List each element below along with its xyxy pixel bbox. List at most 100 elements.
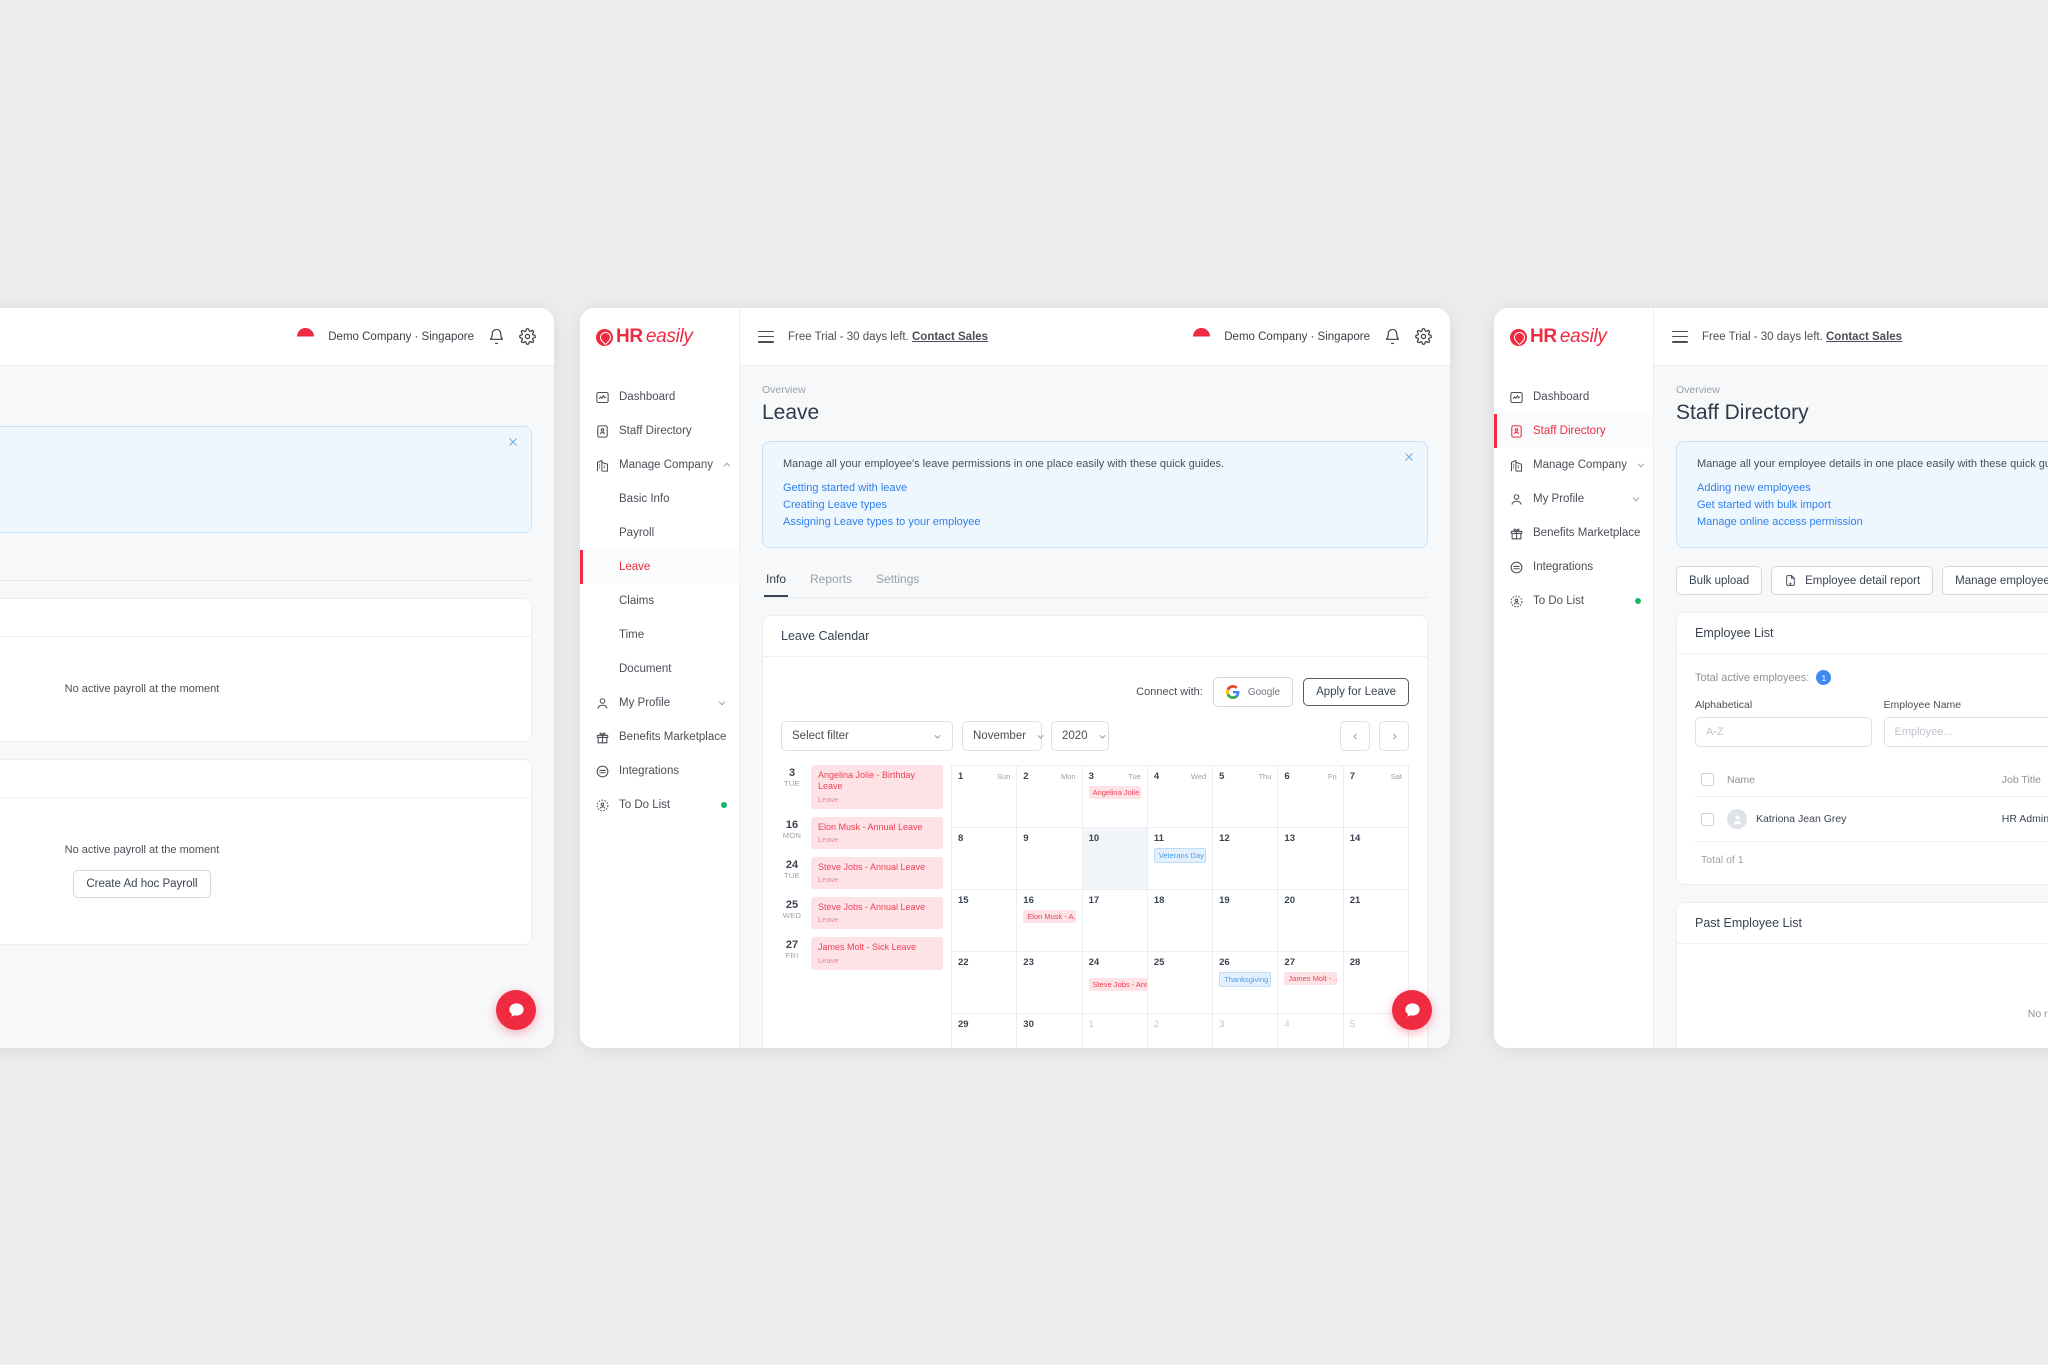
- tab-info[interactable]: Info: [764, 566, 789, 598]
- calendar-day-cell[interactable]: 2 Mon: [1017, 766, 1083, 829]
- banner-link-bulk-import[interactable]: Get started with bulk import: [1697, 497, 2048, 514]
- sidebar-item-integrations[interactable]: Integrations: [580, 754, 739, 788]
- sidebar-item-leave[interactable]: Leave: [580, 550, 739, 584]
- leave-chip[interactable]: Elon Musk - A...: [1023, 910, 1076, 924]
- select-all-checkbox[interactable]: [1701, 773, 1714, 787]
- gear-icon[interactable]: [519, 328, 536, 345]
- calendar-day-cell[interactable]: 29: [952, 1014, 1018, 1048]
- calendar-day-cell[interactable]: 17: [1082, 890, 1148, 953]
- manage-employees-button[interactable]: Manage employees: [1942, 566, 2048, 596]
- select-filter-dropdown[interactable]: Select filter: [781, 721, 953, 752]
- sidebar-item-staff-directory[interactable]: Staff Directory: [580, 414, 739, 448]
- bulk-upload-button[interactable]: Bulk upload: [1676, 566, 1763, 596]
- tab-reports[interactable]: Reports: [808, 566, 854, 597]
- sidebar-item-basic-info[interactable]: Basic Info: [580, 482, 739, 516]
- sidebar-item-to-do-list[interactable]: To Do List: [580, 788, 739, 822]
- calendar-day-cell[interactable]: 27 James Molt - ...: [1278, 952, 1344, 1015]
- sidebar-item-integrations[interactable]: Integrations: [1494, 550, 1653, 584]
- next-month-button[interactable]: [1379, 721, 1409, 752]
- contact-sales-link[interactable]: Contact Sales: [1826, 331, 1902, 343]
- calendar-day-cell[interactable]: 4 Wed: [1147, 766, 1214, 829]
- calendar-day-cell[interactable]: 24 Steve Jobs - Annual Leave: [1082, 952, 1148, 1015]
- sidebar-item-my-profile[interactable]: My Profile: [580, 686, 739, 720]
- table-row[interactable]: Katriona Jean Grey HR Admin 03 August 20…: [1695, 796, 2048, 843]
- calendar-day-cell[interactable]: 19: [1213, 890, 1279, 953]
- calendar-day-cell[interactable]: 9: [1017, 828, 1083, 891]
- sidebar-item-benefits-marketplace[interactable]: Benefits Marketplace: [1494, 516, 1653, 550]
- calendar-day-cell[interactable]: 18: [1147, 890, 1214, 953]
- calendar-day-cell[interactable]: 3: [1213, 1014, 1279, 1048]
- bell-icon[interactable]: [488, 328, 505, 345]
- connect-google-button[interactable]: Google: [1212, 677, 1294, 708]
- leave-chip[interactable]: James Molt - ...: [1284, 972, 1337, 986]
- tab-settings[interactable]: Settings: [874, 566, 921, 597]
- hamburger-menu-icon[interactable]: [758, 330, 774, 343]
- banner-link-creating-leave-types[interactable]: Creating Leave types: [783, 497, 1407, 514]
- sidebar-item-to-do-list[interactable]: To Do List: [1494, 584, 1653, 618]
- calendar-day-cell[interactable]: 26 Thanksgiving: [1213, 952, 1279, 1015]
- calendar-day-cell[interactable]: 1: [1083, 1014, 1148, 1048]
- banner-link-getting-started[interactable]: Getting started with leave: [783, 480, 1407, 497]
- chat-bubble-icon[interactable]: [1392, 990, 1432, 1030]
- calendar-day-cell[interactable]: 23: [1017, 952, 1083, 1015]
- sidebar-item-time[interactable]: Time: [580, 618, 739, 652]
- calendar-day-cell[interactable]: 5 Thu: [1213, 766, 1279, 829]
- sidebar-item-payroll[interactable]: Payroll: [580, 516, 739, 550]
- hamburger-menu-icon[interactable]: [1672, 330, 1688, 343]
- contact-sales-link[interactable]: Contact Sales: [912, 331, 988, 343]
- year-dropdown[interactable]: 2020: [1051, 721, 1109, 752]
- calendar-day-cell[interactable]: 12: [1213, 828, 1279, 891]
- sidebar-item-staff-directory[interactable]: Staff Directory: [1494, 414, 1653, 448]
- banner-link-online-access[interactable]: Manage online access permission: [1697, 514, 2048, 531]
- employee-name-input[interactable]: [1883, 717, 2048, 748]
- calendar-day-cell[interactable]: 15: [952, 890, 1018, 953]
- sidebar-item-dashboard[interactable]: Dashboard: [1494, 380, 1653, 414]
- sidebar-item-benefits-marketplace[interactable]: Benefits Marketplace: [580, 720, 739, 754]
- column-header-job-title[interactable]: Job Title: [1995, 763, 2048, 798]
- month-dropdown[interactable]: November: [962, 721, 1044, 752]
- apply-for-leave-button[interactable]: Apply for Leave: [1303, 678, 1409, 707]
- close-icon[interactable]: [1403, 451, 1415, 463]
- list-item[interactable]: 25 WED Steve Jobs - Annual Leave Leave: [781, 897, 943, 930]
- logo[interactable]: HR easily: [1494, 308, 1653, 366]
- leave-event[interactable]: James Molt - Sick Leave Leave: [811, 937, 943, 970]
- leave-event[interactable]: Steve Jobs - Annual Leave Leave: [811, 856, 943, 890]
- bell-icon[interactable]: [1384, 328, 1401, 345]
- calendar-day-cell[interactable]: 25: [1147, 952, 1214, 1015]
- calendar-day-cell[interactable]: 16 Elon Musk - A...: [1017, 890, 1083, 953]
- banner-link-assigning-leave-types[interactable]: Assigning Leave types to your employee: [783, 514, 1407, 531]
- calendar-day-cell[interactable]: 7 Sat: [1343, 766, 1409, 829]
- create-adhoc-payroll-button[interactable]: Create Ad hoc Payroll: [73, 870, 211, 899]
- holiday-chip[interactable]: Veterans Day: [1153, 848, 1207, 864]
- list-item[interactable]: 27 FRI James Molt - Sick Leave Leave: [781, 937, 943, 970]
- banner-link-add-employees[interactable]: mployees: [0, 465, 511, 482]
- leave-event[interactable]: Angelina Jolie - Birthday Leave Leave: [811, 765, 943, 809]
- chat-bubble-icon[interactable]: [496, 990, 536, 1030]
- list-item[interactable]: 24 TUE Steve Jobs - Annual Leave Leave: [781, 856, 943, 890]
- list-item[interactable]: 16 MON Elon Musk - Annual Leave Leave: [781, 816, 943, 849]
- calendar-day-cell[interactable]: 13: [1278, 828, 1344, 891]
- calendar-day-cell[interactable]: 14: [1343, 828, 1409, 891]
- leave-chip[interactable]: Steve Jobs - Annual Leave: [1088, 978, 1147, 992]
- calendar-day-cell[interactable]: 21: [1343, 890, 1409, 953]
- calendar-day-cell[interactable]: 11 Veterans Day: [1147, 828, 1214, 891]
- calendar-day-cell[interactable]: 10: [1082, 828, 1148, 891]
- calendar-day-cell[interactable]: 1 Sun: [952, 766, 1018, 829]
- alphabetical-input[interactable]: [1695, 717, 1872, 748]
- sidebar-item-manage-company[interactable]: Manage Company: [1494, 448, 1653, 482]
- calendar-day-cell[interactable]: 6 Fri: [1278, 766, 1344, 829]
- sidebar-item-document[interactable]: Document: [580, 652, 739, 686]
- sidebar-item-manage-company[interactable]: Manage Company: [580, 448, 739, 482]
- logo[interactable]: HR easily: [580, 308, 739, 366]
- column-header-name[interactable]: Name: [1721, 763, 1996, 798]
- calendar-day-cell[interactable]: 30: [1017, 1014, 1083, 1048]
- calendar-day-cell[interactable]: 20: [1278, 890, 1344, 953]
- employee-detail-report-button[interactable]: Employee detail report: [1771, 566, 1934, 596]
- sidebar-item-dashboard[interactable]: Dashboard: [580, 380, 739, 414]
- list-item[interactable]: 3 TUE Angelina Jolie - Birthday Leave Le…: [781, 765, 943, 809]
- sidebar-item-claims[interactable]: Claims: [580, 584, 739, 618]
- leave-chip[interactable]: Angelina Jolie ...: [1088, 786, 1141, 800]
- banner-link-adding-new-employees[interactable]: Adding new employees: [1697, 480, 2048, 497]
- row-checkbox[interactable]: [1701, 812, 1714, 826]
- calendar-day-cell[interactable]: 2: [1148, 1014, 1214, 1048]
